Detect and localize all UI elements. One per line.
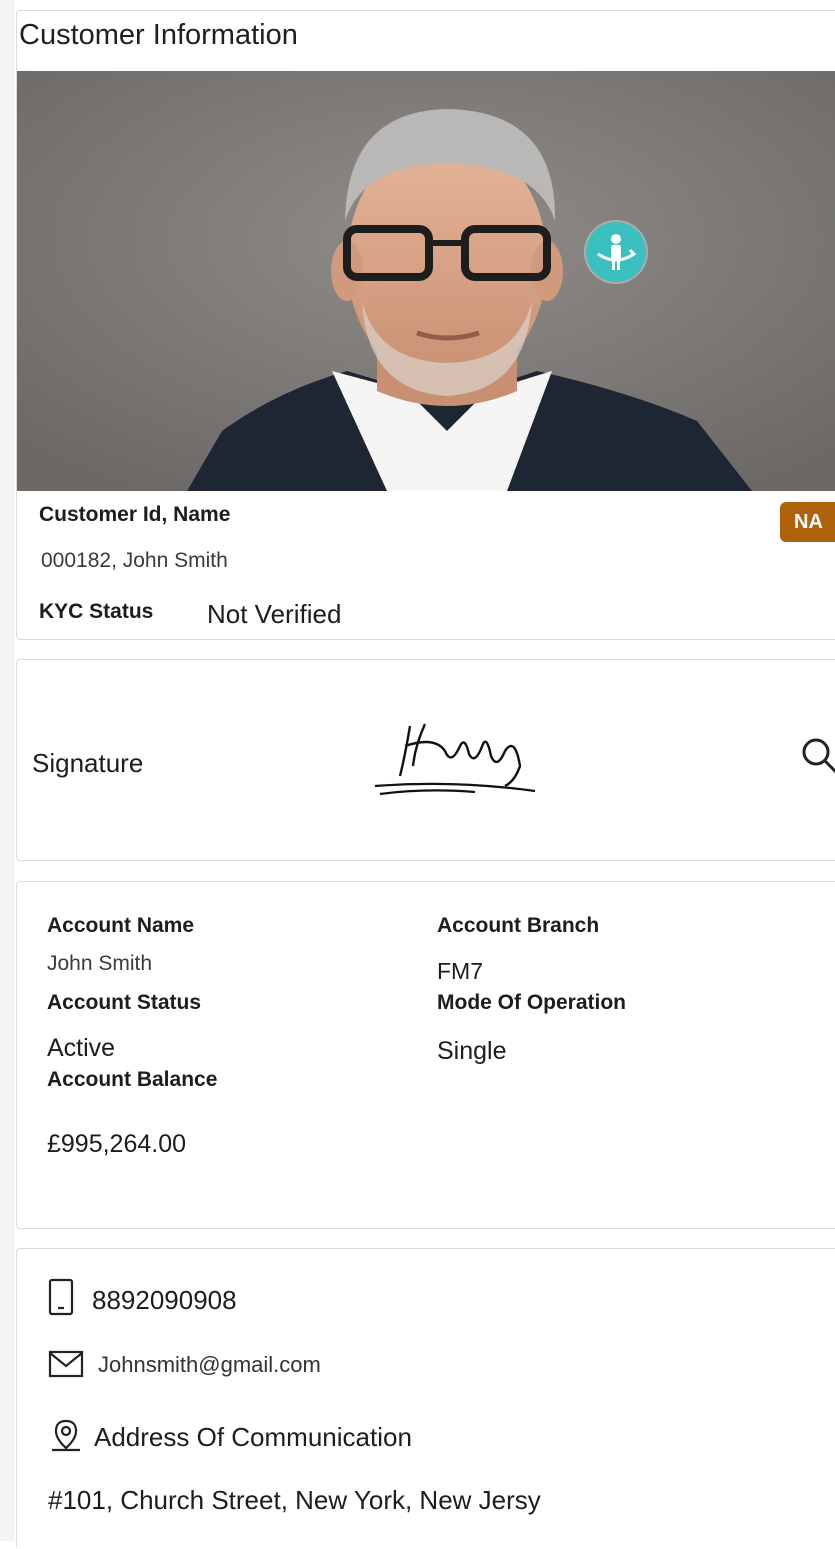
address-value: #101, Church Street, New York, New Jersy bbox=[48, 1485, 541, 1515]
phone-number: 8892090908 bbox=[92, 1285, 237, 1315]
signature-label: Signature bbox=[32, 748, 144, 778]
left-edge bbox=[0, 0, 14, 1541]
account-name-value: John Smith bbox=[47, 952, 153, 975]
account-branch-label: Account Branch bbox=[437, 914, 600, 937]
search-icon[interactable] bbox=[800, 736, 835, 776]
email-address: Johnsmith@gmail.com bbox=[98, 1352, 321, 1377]
account-details-card: Account Name John Smith Account Status A… bbox=[16, 881, 835, 1229]
mobile-phone-icon bbox=[48, 1278, 74, 1316]
kyc-status-label: KYC Status bbox=[39, 600, 154, 623]
mail-icon bbox=[48, 1350, 84, 1378]
account-balance-label: Account Balance bbox=[47, 1068, 218, 1091]
phone-row: 8892090908 bbox=[48, 1278, 237, 1316]
customer-id-name-label: Customer Id, Name bbox=[39, 503, 231, 526]
address-label: Address Of Communication bbox=[94, 1422, 412, 1452]
mode-of-operation-value: Single bbox=[437, 1037, 507, 1065]
address-label-row: Address Of Communication bbox=[48, 1417, 412, 1453]
account-balance-value: £995,264.00 bbox=[47, 1130, 187, 1158]
flip-person-icon[interactable] bbox=[586, 222, 646, 282]
account-branch-value: FM7 bbox=[437, 958, 483, 984]
signature-card: Signature bbox=[16, 659, 835, 861]
signature-image bbox=[374, 723, 536, 796]
account-name-label: Account Name bbox=[47, 914, 195, 937]
customer-id-name-value: 000182, John Smith bbox=[41, 549, 228, 572]
account-status-value: Active bbox=[47, 1034, 116, 1062]
location-pin-icon bbox=[52, 1419, 80, 1452]
account-status-label: Account Status bbox=[47, 991, 202, 1014]
page-title: Customer Information bbox=[19, 19, 298, 51]
customer-status-badge: NA bbox=[780, 502, 835, 542]
kyc-status-value: Not Verified bbox=[207, 599, 342, 629]
mode-of-operation-label: Mode Of Operation bbox=[437, 991, 626, 1014]
customer-photo bbox=[17, 71, 835, 491]
customer-info-card: Customer Information Customer Id, Name 0… bbox=[16, 10, 835, 640]
email-row: Johnsmith@gmail.com bbox=[48, 1350, 321, 1378]
